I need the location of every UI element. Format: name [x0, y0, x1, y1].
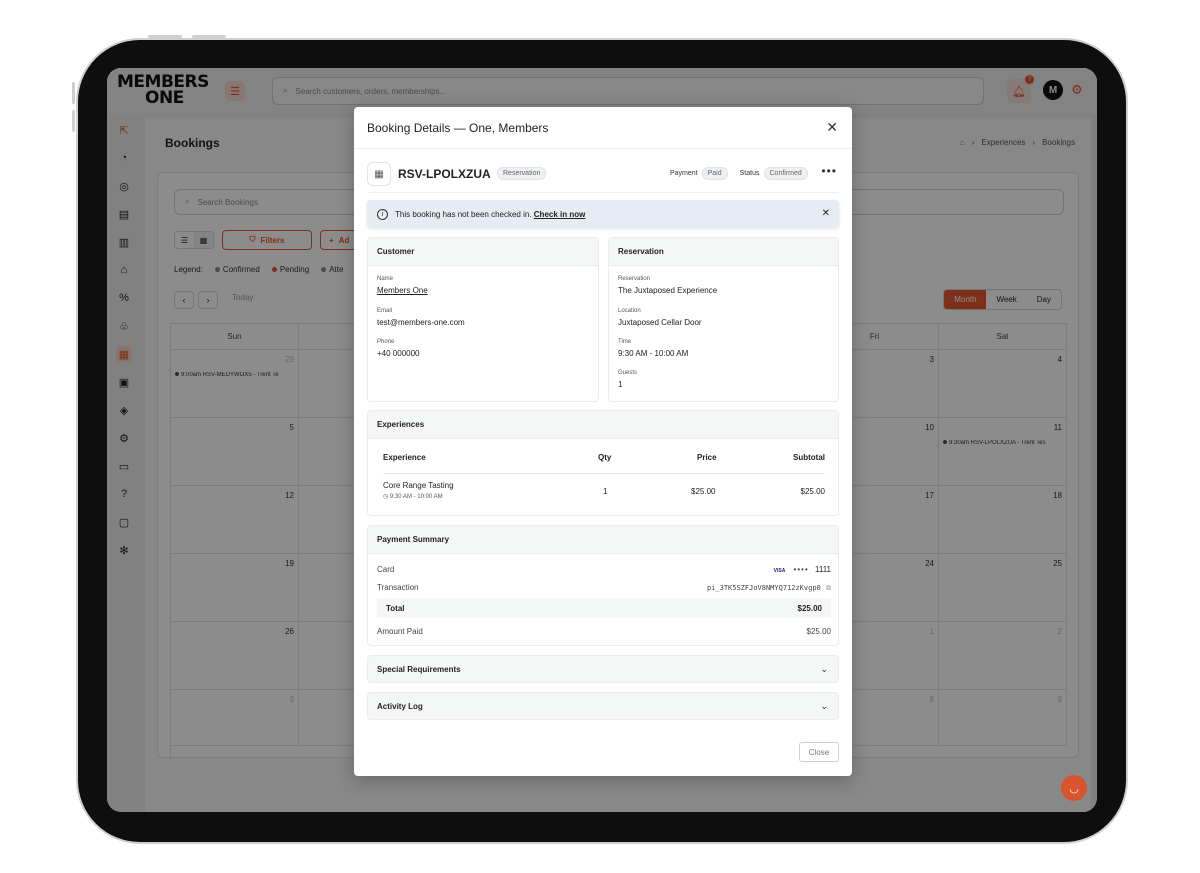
activity-log-accordion[interactable]: Activity Log ⌄: [367, 692, 839, 720]
name-label: Name: [377, 276, 394, 282]
volume-button: [72, 82, 75, 104]
chat-icon: ◡: [1069, 782, 1079, 795]
payment-summary-panel: Payment Summary Card VISA •••• 1111 Tran…: [367, 525, 839, 646]
visa-icon: VISA: [773, 568, 786, 574]
reservation-name: The Juxtaposed Experience: [618, 286, 718, 295]
check-in-link[interactable]: Check in now: [534, 210, 586, 219]
chevron-down-icon: ⌄: [820, 700, 828, 711]
special-requirements-accordion[interactable]: Special Requirements ⌄: [367, 655, 839, 683]
clock-icon: ◷: [383, 494, 389, 500]
customer-email: test@members-one.com: [377, 318, 465, 327]
reservation-time: 9:30 AM - 10:00 AM: [618, 349, 689, 358]
alert-text: This booking has not been checked in. Ch…: [395, 209, 586, 219]
customer-name-link[interactable]: Members One: [377, 286, 428, 295]
total-value: $25.00: [797, 603, 822, 613]
amount-paid-label: Amount Paid: [377, 627, 423, 636]
column-header: Price: [697, 453, 717, 462]
experience-time: ◷ 9:30 AM - 10:00 AM: [383, 494, 443, 500]
experience-qty: 1: [603, 487, 608, 496]
customer-heading: Customer: [368, 238, 598, 266]
reservation-heading: Reservation: [609, 238, 838, 266]
booking-details-modal: Booking Details — One, Members ✕ ▦ RSV-L…: [354, 107, 852, 776]
table-row: Core Range Tasting ◷ 9:30 AM - 10:00 AM …: [383, 481, 825, 505]
card-label: Card: [377, 565, 395, 574]
payment-status-group: Payment Paid Status Confirmed: [670, 167, 808, 180]
transaction-row: Transaction pi_3TK5SZFJoV8NMYQ712zKvgp0 …: [377, 583, 831, 592]
phone-label: Phone: [377, 339, 395, 345]
check-in-alert: i This booking has not been checked in. …: [367, 200, 839, 228]
payment-label: Payment: [670, 170, 698, 177]
transaction-value: pi_3TK5SZFJoV8NMYQ712zKvgp0 ⧉: [706, 584, 831, 592]
amount-paid-row: Amount Paid $25.00: [377, 627, 831, 636]
transaction-label: Transaction: [377, 583, 419, 592]
calendar-icon: ▦: [367, 162, 391, 186]
experience-price: $25.00: [691, 487, 716, 496]
copy-icon[interactable]: ⧉: [826, 585, 831, 592]
column-header: Subtotal: [793, 453, 825, 462]
reservation-panel: Reservation Reservation The Juxtaposed E…: [608, 237, 839, 402]
status-label: Status: [739, 170, 760, 177]
column-header: Experience: [383, 453, 426, 462]
reservation-label: Reservation: [618, 276, 651, 282]
customer-phone: +40 000000: [377, 349, 420, 358]
experience-subtotal: $25.00: [800, 487, 825, 496]
location-label: Location: [618, 308, 641, 314]
chevron-down-icon: ⌄: [820, 663, 828, 674]
reservation-guests: 1: [618, 380, 623, 389]
volume-button: [72, 110, 75, 132]
close-button[interactable]: Close: [799, 742, 839, 762]
card-row: Card VISA •••• 1111: [377, 565, 831, 574]
total-row: Total $25.00: [377, 598, 831, 618]
more-options-icon[interactable]: •••: [821, 164, 837, 178]
info-icon: i: [377, 208, 388, 220]
guests-label: Guests: [618, 370, 638, 376]
payment-summary-heading: Payment Summary: [368, 526, 838, 554]
booking-id-row: ▦ RSV-LPOLXZUA Reservation Payment Paid …: [367, 162, 839, 190]
modal-header: Booking Details — One, Members ✕: [354, 107, 852, 149]
column-header: Qty: [598, 453, 612, 462]
divider: [383, 473, 825, 474]
close-icon[interactable]: ✕: [826, 119, 838, 136]
experiences-heading: Experiences: [368, 411, 838, 439]
reservation-location: Juxtaposed Cellar Door: [618, 318, 702, 327]
chat-button[interactable]: ◡: [1061, 775, 1087, 801]
accordion-label: Activity Log: [377, 701, 423, 711]
experiences-panel: Experiences Experience Qty Price Subtota…: [367, 410, 839, 516]
payment-status-badge: Paid: [701, 167, 728, 180]
card-value: VISA •••• 1111: [773, 565, 831, 574]
close-icon[interactable]: ✕: [822, 208, 830, 219]
time-label: Time: [618, 339, 632, 345]
experience-name: Core Range Tasting: [383, 481, 454, 490]
divider: [367, 192, 839, 193]
email-label: Email: [377, 308, 393, 314]
customer-panel: Customer Name Members One Email test@mem…: [367, 237, 599, 402]
booking-type-badge: Reservation: [497, 167, 547, 180]
modal-title: Booking Details — One, Members: [367, 121, 549, 135]
amount-paid-value: $25.00: [806, 627, 831, 636]
accordion-label: Special Requirements: [377, 664, 461, 674]
status-badge: Confirmed: [763, 167, 808, 180]
total-label: Total: [386, 603, 405, 613]
booking-id: RSV-LPOLXZUA: [398, 167, 491, 181]
